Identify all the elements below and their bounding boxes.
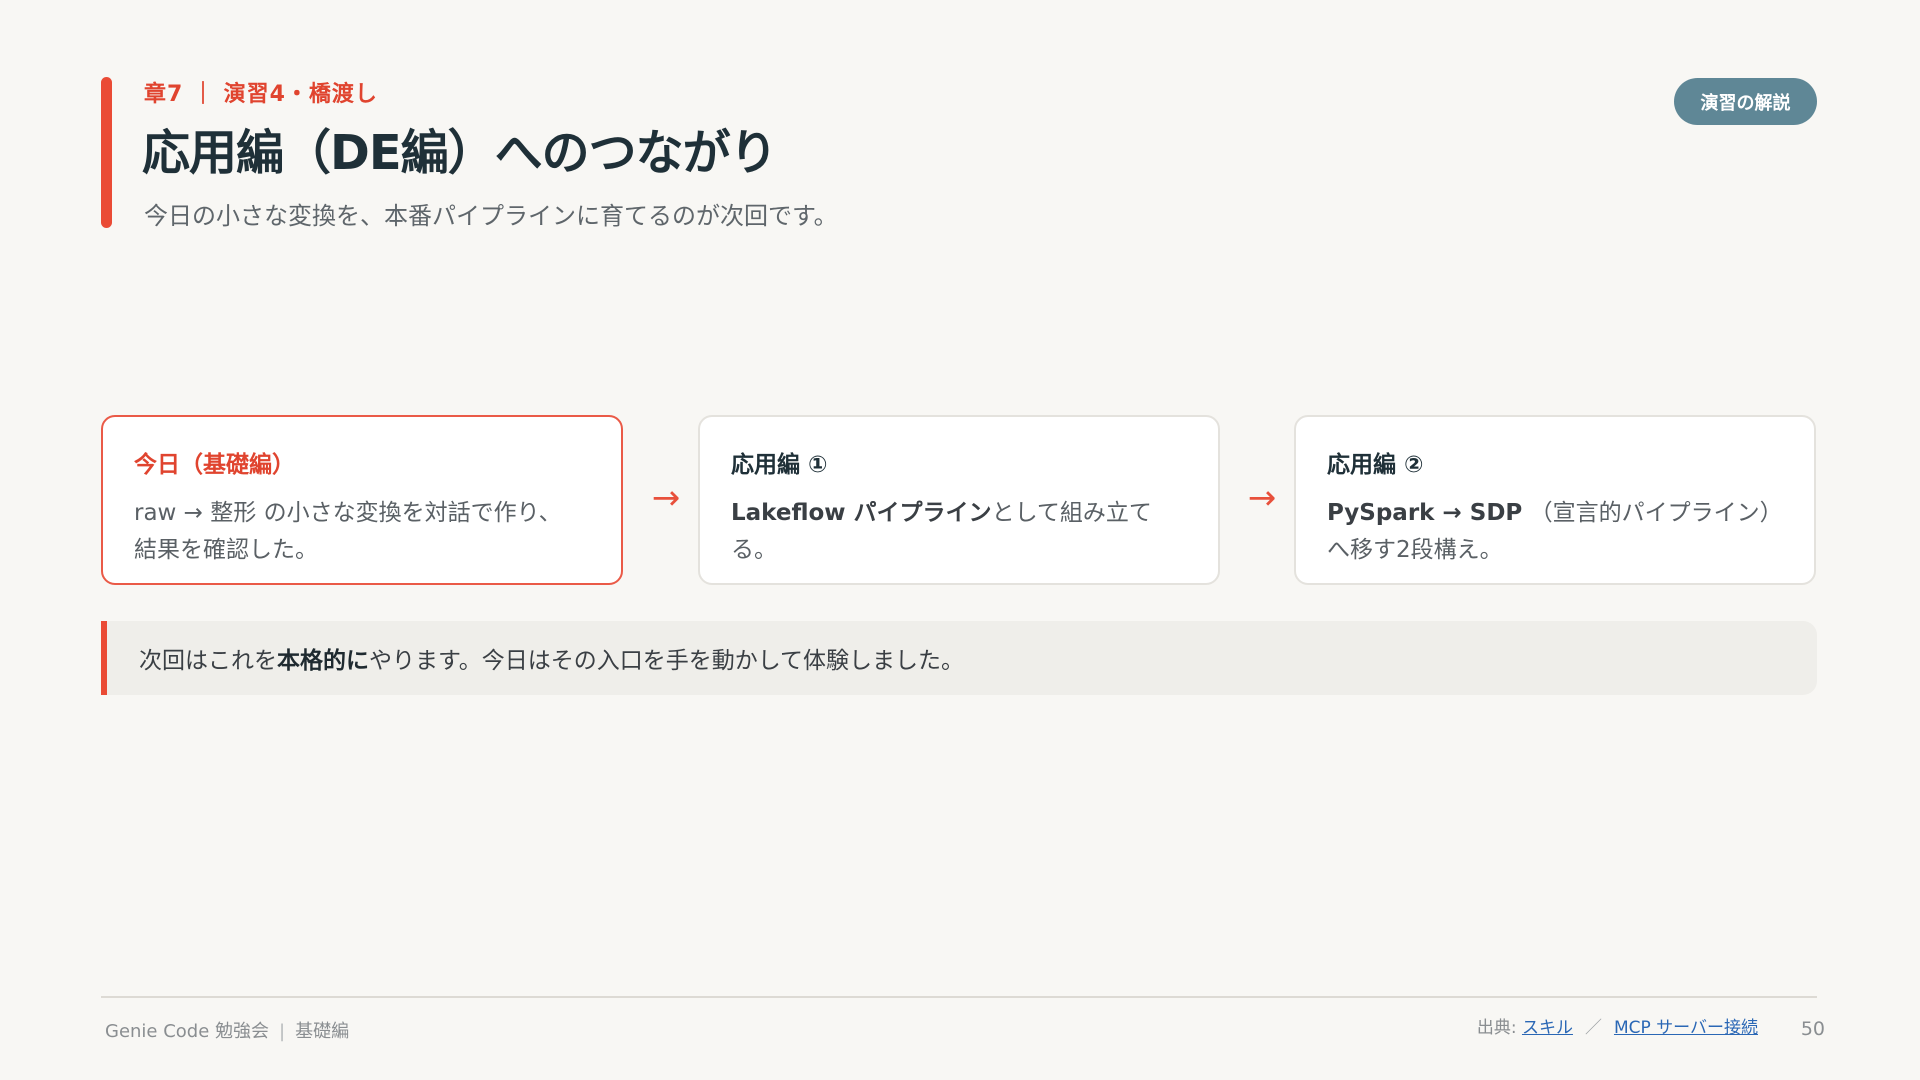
source-separator: ／ — [1584, 1018, 1602, 1038]
card-body: Lakeflow パイプラインとして組み立てる。 — [731, 495, 1188, 569]
flow-arrow-icon: → — [1247, 478, 1277, 518]
footer-course-level: 基礎編 — [295, 1021, 350, 1042]
source-label: 出典: — [1476, 1018, 1522, 1038]
card-body: raw → 整形 の小さな変換を対話で作り、 結果を確認した。 — [134, 495, 591, 569]
card-body-text: （宣言的パイプライン） — [1522, 500, 1783, 526]
note-text: 次回はこれを — [139, 648, 277, 674]
source-link-skill[interactable]: スキル — [1522, 1018, 1573, 1038]
title-accent-bar — [101, 77, 112, 228]
card-body-line: PySpark → SDP （宣言的パイプライン） — [1327, 495, 1784, 532]
note-emphasis: 本格的に — [277, 648, 369, 674]
source-link-mcp[interactable]: MCP サーバー接続 — [1614, 1018, 1758, 1038]
card-body-emphasis: PySpark → SDP — [1327, 500, 1523, 526]
section-badge: 演習の解説 — [1674, 78, 1817, 125]
card-body-line: raw → 整形 の小さな変換を対話で作り、 — [134, 500, 562, 526]
flow-card-advanced-2: 応用編 ② PySpark → SDP （宣言的パイプライン） へ移す2段構え。 — [1294, 415, 1816, 585]
card-body: PySpark → SDP （宣言的パイプライン） へ移す2段構え。 — [1327, 495, 1784, 569]
card-body-emphasis: Lakeflow パイプライン — [731, 500, 992, 526]
card-body-line: 結果を確認した。 — [134, 537, 318, 563]
flow-arrow-icon: → — [651, 478, 681, 518]
flow-card-today: 今日（基礎編） raw → 整形 の小さな変換を対話で作り、 結果を確認した。 — [101, 415, 623, 585]
page-title: 応用編（DE編）へのつながり — [142, 125, 778, 181]
footer-sources: 出典: スキル ／ MCP サーバー接続 — [1477, 1013, 1758, 1038]
flow-card-advanced-1: 応用編 ① Lakeflow パイプラインとして組み立てる。 — [698, 415, 1220, 585]
chapter-eyebrow: 章7 ｜ 演習4・橋渡し — [144, 82, 378, 107]
card-title: 応用編 ① — [731, 452, 828, 478]
note-text: やります。今日はその入口を手を動かして体験しました。 — [369, 648, 965, 674]
card-body-line: へ移す2段構え。 — [1327, 537, 1503, 563]
footer-separator: | — [279, 1021, 286, 1042]
card-title: 応用編 ② — [1327, 452, 1424, 478]
page-subtitle: 今日の小さな変換を、本番パイプラインに育てるのが次回です。 — [144, 202, 838, 230]
next-session-note: 次回はこれを 本格的に やります。今日はその入口を手を動かして体験しました。 — [101, 621, 1817, 695]
footer-course-name: Genie Code 勉強会 — [105, 1021, 270, 1042]
page-number: 50 — [1800, 1018, 1825, 1040]
footer-course-label: Genie Code 勉強会 | 基礎編 — [105, 1017, 349, 1043]
card-title: 今日（基礎編） — [134, 452, 295, 478]
footer-divider — [101, 996, 1817, 998]
